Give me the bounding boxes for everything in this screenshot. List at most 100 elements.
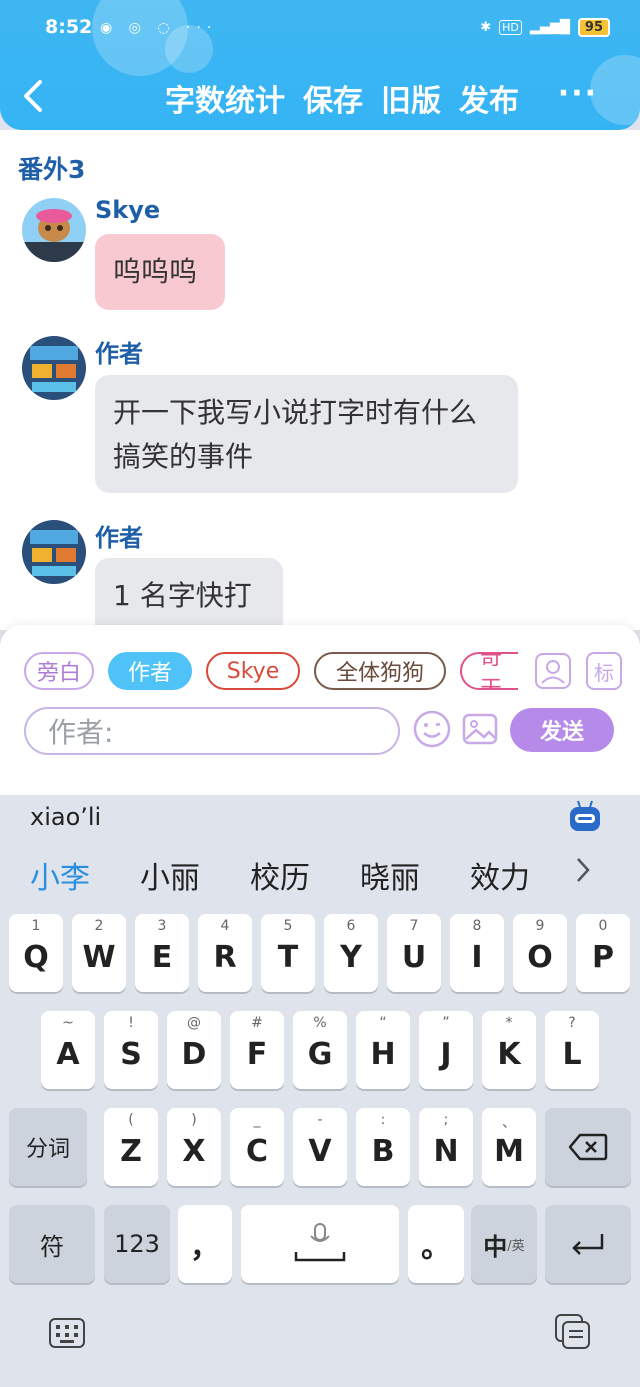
key-secondary-label: 8: [472, 918, 482, 934]
period-key-label: 。: [421, 1230, 451, 1265]
key-primary-label: C: [245, 1133, 269, 1169]
key-x[interactable]: ) X: [167, 1108, 221, 1186]
message-bubble[interactable]: 呜呜呜: [95, 234, 225, 310]
microphone-space-icon: [294, 1223, 346, 1262]
chat-area[interactable]: 番外3 Skye 呜呜呜 作者 开一下我写小说打字时有什么搞笑的事件 作者 1 …: [0, 130, 640, 648]
language-switch-key[interactable]: 中/英: [471, 1205, 537, 1283]
status-time: 8:52: [45, 16, 93, 38]
key-primary-label: G: [307, 1036, 333, 1072]
candidate-word[interactable]: 小李: [30, 853, 90, 897]
avatar-skye[interactable]: [22, 198, 86, 262]
key-g[interactable]: % G: [293, 1011, 347, 1089]
add-role-icon[interactable]: [534, 652, 572, 690]
enter-key[interactable]: [545, 1205, 631, 1283]
backspace-key[interactable]: [545, 1108, 631, 1186]
clipboard-icon[interactable]: [554, 1313, 592, 1351]
role-chip-skye[interactable]: Skye: [206, 652, 300, 690]
key-secondary-label: !: [128, 1015, 134, 1031]
candidate-bar: 小李 小丽 校历 晓丽 效力: [30, 853, 530, 897]
numbers-key-label: 123: [114, 1230, 160, 1258]
key-primary-label: O: [527, 939, 553, 975]
key-f[interactable]: # F: [230, 1011, 284, 1089]
key-secondary-label: 2: [94, 918, 104, 934]
avatar-author[interactable]: [22, 520, 86, 584]
role-chip-all-dogs[interactable]: 全体狗狗: [314, 652, 446, 690]
key-c[interactable]: _ C: [230, 1108, 284, 1186]
more-menu-button[interactable]: ···: [558, 76, 598, 111]
key-primary-label: Y: [340, 939, 362, 975]
key-primary-label: S: [120, 1036, 142, 1072]
key-s[interactable]: ! S: [104, 1011, 158, 1089]
publish-button[interactable]: 发布: [459, 76, 519, 120]
key-secondary-label: 6: [346, 918, 356, 934]
candidate-word[interactable]: 小丽: [140, 853, 200, 897]
key-o[interactable]: 9O: [513, 914, 567, 992]
role-chip-author[interactable]: 作者: [108, 652, 192, 690]
segment-key-label: 分词: [25, 1137, 70, 1162]
key-j[interactable]: ” J: [419, 1011, 473, 1089]
key-primary-label: T: [277, 939, 299, 975]
key-q[interactable]: 1Q: [9, 914, 63, 992]
key-r[interactable]: 4R: [198, 914, 252, 992]
key-primary-label: B: [371, 1133, 395, 1169]
candidate-word[interactable]: 晓丽: [360, 853, 420, 897]
key-n[interactable]: ; N: [419, 1108, 473, 1186]
key-m[interactable]: 、 M: [482, 1108, 536, 1186]
image-icon[interactable]: [462, 711, 498, 747]
key-primary-label: W: [82, 939, 116, 975]
key-primary-label: A: [56, 1036, 80, 1072]
key-a[interactable]: ~ A: [41, 1011, 95, 1089]
symbols-key[interactable]: 符: [9, 1205, 95, 1283]
numbers-key[interactable]: 123: [104, 1205, 170, 1283]
role-chip-partial[interactable]: 奇天: [460, 652, 518, 690]
key-w[interactable]: 2W: [72, 914, 126, 992]
expand-candidates-icon[interactable]: [572, 855, 594, 885]
segment-key[interactable]: 分词: [9, 1108, 87, 1186]
role-chip-narrator[interactable]: 旁白: [24, 652, 94, 690]
key-primary-label: R: [213, 939, 237, 975]
key-z[interactable]: (Z: [104, 1108, 158, 1186]
key-p[interactable]: 0P: [576, 914, 630, 992]
key-y[interactable]: 6Y: [324, 914, 378, 992]
key-t[interactable]: 5T: [261, 914, 315, 992]
candidate-word[interactable]: 效力: [470, 853, 530, 897]
candidate-word[interactable]: 校历: [250, 853, 310, 897]
period-key[interactable]: 。: [408, 1205, 464, 1283]
key-v[interactable]: -V: [293, 1108, 347, 1186]
key-i[interactable]: 8I: [450, 914, 504, 992]
status-right-icons: ✱ HD ▂▄▆█ 95: [480, 18, 610, 37]
key-l[interactable]: ? L: [545, 1011, 599, 1089]
emoji-icon[interactable]: [412, 709, 452, 749]
key-primary-label: J: [440, 1036, 452, 1072]
status-bar: 8:52 ◉ ◎ ◌ ··· ✱ HD ▂▄▆█ 95: [0, 14, 640, 46]
key-d[interactable]: @ D: [167, 1011, 221, 1089]
tag-icon[interactable]: 标: [586, 652, 622, 690]
key-secondary-label: (: [128, 1112, 134, 1128]
assistant-robot-icon[interactable]: [568, 799, 602, 833]
key-u[interactable]: 7U: [387, 914, 441, 992]
keyboard-toggle-icon[interactable]: [48, 1317, 86, 1349]
message-bubble[interactable]: 开一下我写小说打字时有什么搞笑的事件: [95, 375, 518, 493]
battery-icon: 95: [577, 18, 610, 37]
key-secondary-label: @: [187, 1015, 201, 1031]
comma-key[interactable]: ，: [178, 1205, 232, 1283]
key-secondary-label: ;: [443, 1112, 449, 1128]
key-secondary-label: :: [380, 1112, 386, 1128]
back-arrow-icon[interactable]: [20, 78, 48, 114]
word-count-button[interactable]: 字数统计: [165, 76, 285, 120]
key-k[interactable]: * K: [482, 1011, 536, 1089]
send-button[interactable]: 发送: [510, 708, 614, 752]
save-button[interactable]: 保存: [303, 76, 363, 120]
avatar-author[interactable]: [22, 336, 86, 400]
key-primary-label: M: [494, 1133, 524, 1169]
old-version-button[interactable]: 旧版: [381, 76, 441, 120]
key-primary-label: H: [370, 1036, 396, 1072]
key-secondary-label: #: [251, 1015, 263, 1031]
ime-keyboard: xiao’li 小李 小丽 校历 晓丽 效力 1Q2W3E4R5T6Y7U8I9…: [0, 795, 640, 1387]
message-input[interactable]: 作者:: [24, 707, 400, 755]
key-primary-label: V: [308, 1133, 332, 1169]
key-h[interactable]: “H: [356, 1011, 410, 1089]
key-e[interactable]: 3E: [135, 914, 189, 992]
key-b[interactable]: :B: [356, 1108, 410, 1186]
space-key[interactable]: [241, 1205, 399, 1283]
